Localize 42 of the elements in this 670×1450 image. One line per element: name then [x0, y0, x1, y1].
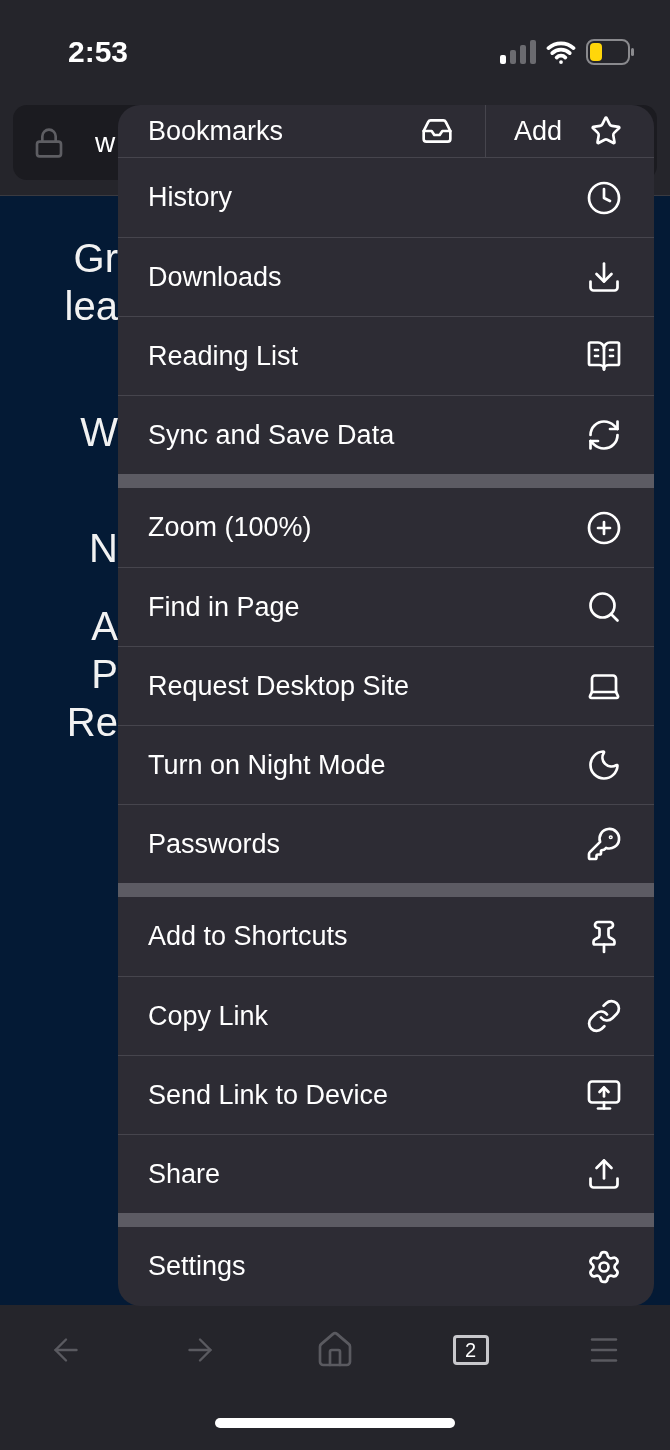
key-icon — [586, 826, 622, 862]
page-text: A — [91, 603, 118, 650]
status-time: 2:53 — [68, 34, 129, 70]
page-text: P — [91, 651, 118, 698]
menu-item[interactable]: Share — [118, 1134, 654, 1213]
menu-item[interactable]: Reading List — [118, 316, 654, 395]
settings-icon — [586, 1248, 622, 1285]
page-text: lea — [64, 283, 118, 330]
star-icon — [590, 115, 622, 147]
menu-item[interactable]: Turn on Night Mode — [118, 725, 654, 804]
book-icon — [586, 338, 622, 374]
zoom-in-icon — [586, 509, 622, 546]
page-text: N — [89, 525, 118, 572]
menu-item[interactable]: Request Desktop Site — [118, 646, 654, 725]
menu-item[interactable]: Add to Shortcuts — [118, 897, 654, 976]
tab-count[interactable]: 2 — [452, 1335, 489, 1365]
download-icon — [586, 259, 622, 295]
url-text: w — [95, 125, 116, 160]
add-bookmark-item[interactable]: Add — [486, 105, 654, 157]
send-to-device-icon — [586, 1077, 622, 1113]
menu-item[interactable]: Copy Link — [118, 976, 654, 1055]
search-icon — [586, 589, 622, 625]
menu-item[interactable]: Settings — [118, 1227, 654, 1306]
lock-icon — [33, 126, 65, 159]
sync-icon — [586, 417, 622, 453]
clock-icon — [586, 179, 622, 216]
menu-item[interactable]: Find in Page — [118, 567, 654, 646]
link-icon — [586, 998, 622, 1034]
page-text: W — [80, 409, 118, 456]
moon-icon — [586, 747, 622, 783]
menu-item[interactable]: Downloads — [118, 237, 654, 316]
signal-icon — [500, 39, 536, 64]
menu-item[interactable]: Zoom (100%) — [118, 488, 654, 567]
bookmarks-item[interactable]: Bookmarks — [118, 105, 486, 157]
battery-icon — [586, 38, 634, 65]
menu-item[interactable]: Passwords — [118, 804, 654, 883]
menu-item[interactable]: Sync and Save Data — [118, 395, 654, 474]
menu-item[interactable]: History — [118, 158, 654, 237]
page-text: Gr — [73, 235, 118, 282]
page-text: Re — [66, 699, 118, 746]
menu-item[interactable]: Send Link to Device — [118, 1055, 654, 1134]
share-icon — [586, 1156, 622, 1192]
